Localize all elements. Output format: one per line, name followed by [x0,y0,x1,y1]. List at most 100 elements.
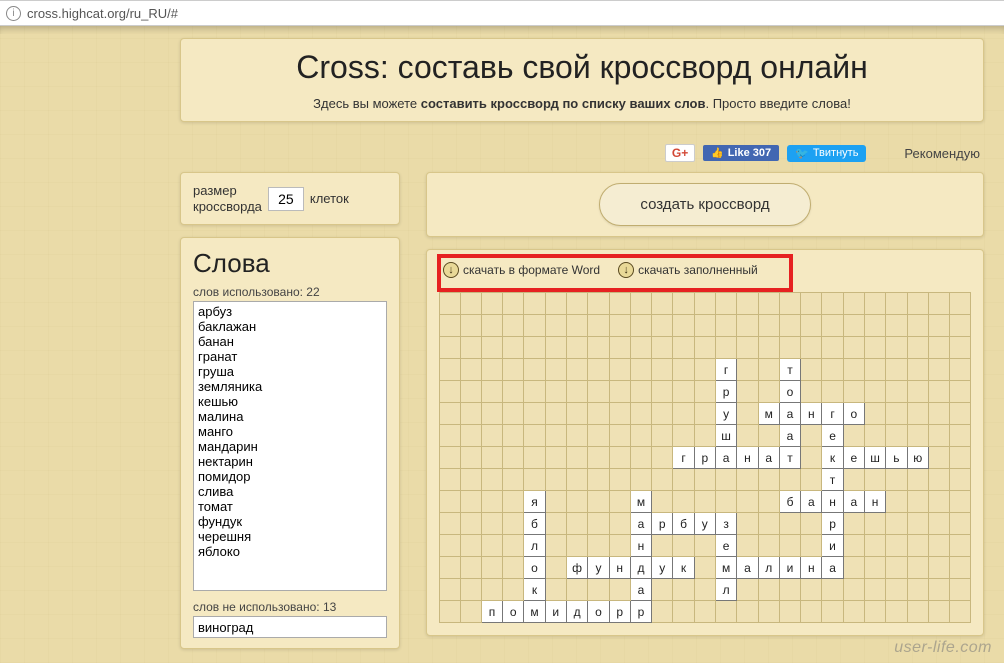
size-panel: размер кроссворда клеток [180,172,400,225]
grid-cell [609,447,630,469]
grid-cell [928,425,949,447]
grid-cell [928,359,949,381]
grid-cell [566,337,587,359]
grid-cell: н [609,557,630,579]
grid-cell [652,337,673,359]
grid-cell [907,403,928,425]
grid-cell [801,447,822,469]
grid-cell [801,601,822,623]
grid-cell [524,359,545,381]
grid-cell: д [566,601,587,623]
grid-cell: а [843,491,864,513]
grid-cell [566,491,587,513]
unused-input[interactable] [193,616,387,638]
grid-cell [630,469,651,491]
grid-cell [949,535,970,557]
google-plus-button[interactable]: G+ [665,144,695,162]
grid-cell [545,425,566,447]
grid-cell: м [715,557,736,579]
grid-cell [609,491,630,513]
grid-cell [694,557,715,579]
grid-cell: р [609,601,630,623]
grid-cell [503,337,524,359]
grid-cell [440,557,461,579]
grid-cell [737,359,758,381]
create-crossword-button[interactable]: создать кроссворд [599,183,810,226]
grid-cell: е [843,447,864,469]
words-used-label: слов использовано: 22 [193,285,387,299]
grid-cell [481,403,502,425]
grid-cell [715,491,736,513]
grid-cell [758,381,779,403]
grid-cell [886,579,907,601]
grid-cell [566,315,587,337]
grid-cell: н [864,491,885,513]
grid-cell [545,469,566,491]
grid-cell [694,425,715,447]
grid-cell [886,381,907,403]
grid-cell [652,293,673,315]
grid-cell [779,513,800,535]
grid-cell [737,601,758,623]
grid-cell [715,469,736,491]
grid-cell [481,557,502,579]
grid-cell: б [779,491,800,513]
grid-cell [715,293,736,315]
grid-cell [673,535,694,557]
grid-cell [440,293,461,315]
grid-cell [460,491,481,513]
grid-cell [758,491,779,513]
grid-cell: о [779,381,800,403]
grid-cell [440,425,461,447]
grid-cell [928,579,949,601]
grid-cell [864,535,885,557]
grid-cell [779,535,800,557]
grid-cell [524,425,545,447]
grid-cell [758,469,779,491]
grid-cell [588,535,609,557]
grid-cell: т [779,447,800,469]
grid-cell [907,513,928,535]
grid-cell [588,293,609,315]
grid-cell [694,293,715,315]
grid-cell [673,425,694,447]
grid-cell [609,293,630,315]
grid-cell [503,359,524,381]
grid-cell: о [503,601,524,623]
grid-cell: р [715,381,736,403]
grid-cell [630,447,651,469]
grid-cell [440,535,461,557]
grid-cell [949,403,970,425]
grid-cell: а [630,579,651,601]
download-filled-link[interactable]: ↓ скачать заполненный [618,262,758,278]
grid-cell: з [715,513,736,535]
size-input[interactable] [268,187,304,211]
grid-cell [609,535,630,557]
grid-cell [460,425,481,447]
watermark: user-life.com [894,639,992,657]
grid-cell: о [843,403,864,425]
grid-cell [737,535,758,557]
grid-cell: г [715,359,736,381]
grid-cell [545,381,566,403]
grid-cell [907,359,928,381]
grid-cell [737,293,758,315]
grid-cell [588,381,609,403]
grid-cell [822,359,843,381]
grid-cell [843,513,864,535]
grid-cell [588,315,609,337]
twitter-button[interactable]: 🐦 Твитнуть [787,145,866,162]
grid-cell [864,425,885,447]
grid-cell [801,579,822,601]
address-bar[interactable]: i cross.highcat.org/ru_RU/# [0,0,1004,26]
words-textarea[interactable] [193,301,387,591]
grid-cell [440,469,461,491]
grid-cell [588,359,609,381]
grid-cell: т [779,359,800,381]
grid-cell [843,601,864,623]
download-word-link[interactable]: ↓ скачать в формате Word [443,262,600,278]
grid-cell: ш [864,447,885,469]
grid-cell [481,359,502,381]
grid-cell [737,491,758,513]
facebook-like-button[interactable]: 👍 Like 307 [703,145,779,161]
